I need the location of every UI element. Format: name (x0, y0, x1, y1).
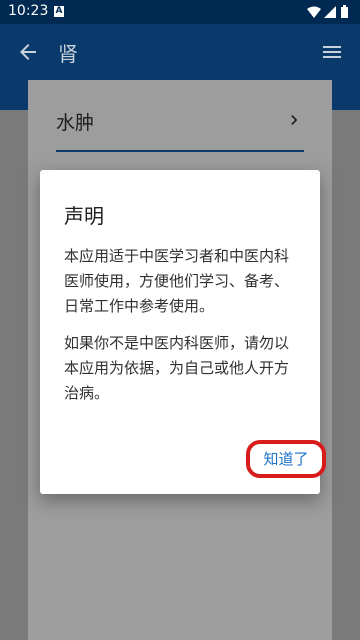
list-divider (56, 150, 304, 152)
chevron-right-icon (291, 115, 298, 125)
wifi-icon (307, 6, 321, 18)
notification-icon: A (54, 6, 64, 17)
list-item[interactable]: 水肿 (56, 108, 304, 152)
acknowledge-button[interactable]: 知道了 (246, 440, 326, 478)
back-arrow-icon[interactable] (16, 40, 40, 64)
status-bar: 10:23 A (0, 0, 360, 24)
app-bar: 肾 (0, 24, 360, 80)
menu-icon[interactable] (320, 40, 344, 64)
disclaimer-dialog: 声明 本应用适于中医学习者和中医内科医师使用，方便他们学习、备考、日常工作中参考… (40, 170, 326, 494)
status-time: 10:23 (8, 3, 49, 19)
signal-icon (324, 6, 336, 18)
dialog-title: 声明 (64, 204, 104, 228)
dialog-body: 本应用适于中医学习者和中医内科医师使用，方便他们学习、备考、日常工作中参考使用。… (64, 244, 300, 418)
dialog-paragraph: 如果你不是中医内科医师，请勿以本应用为依据，为自己或他人开方治病。 (64, 334, 290, 402)
status-icons (307, 5, 348, 18)
battery-icon (341, 7, 348, 18)
list-item-label: 水肿 (56, 112, 95, 134)
dialog-paragraph: 本应用适于中医学习者和中医内科医师使用，方便他们学习、备考、日常工作中参考使用。 (64, 247, 290, 315)
page-title: 肾 (58, 42, 78, 66)
